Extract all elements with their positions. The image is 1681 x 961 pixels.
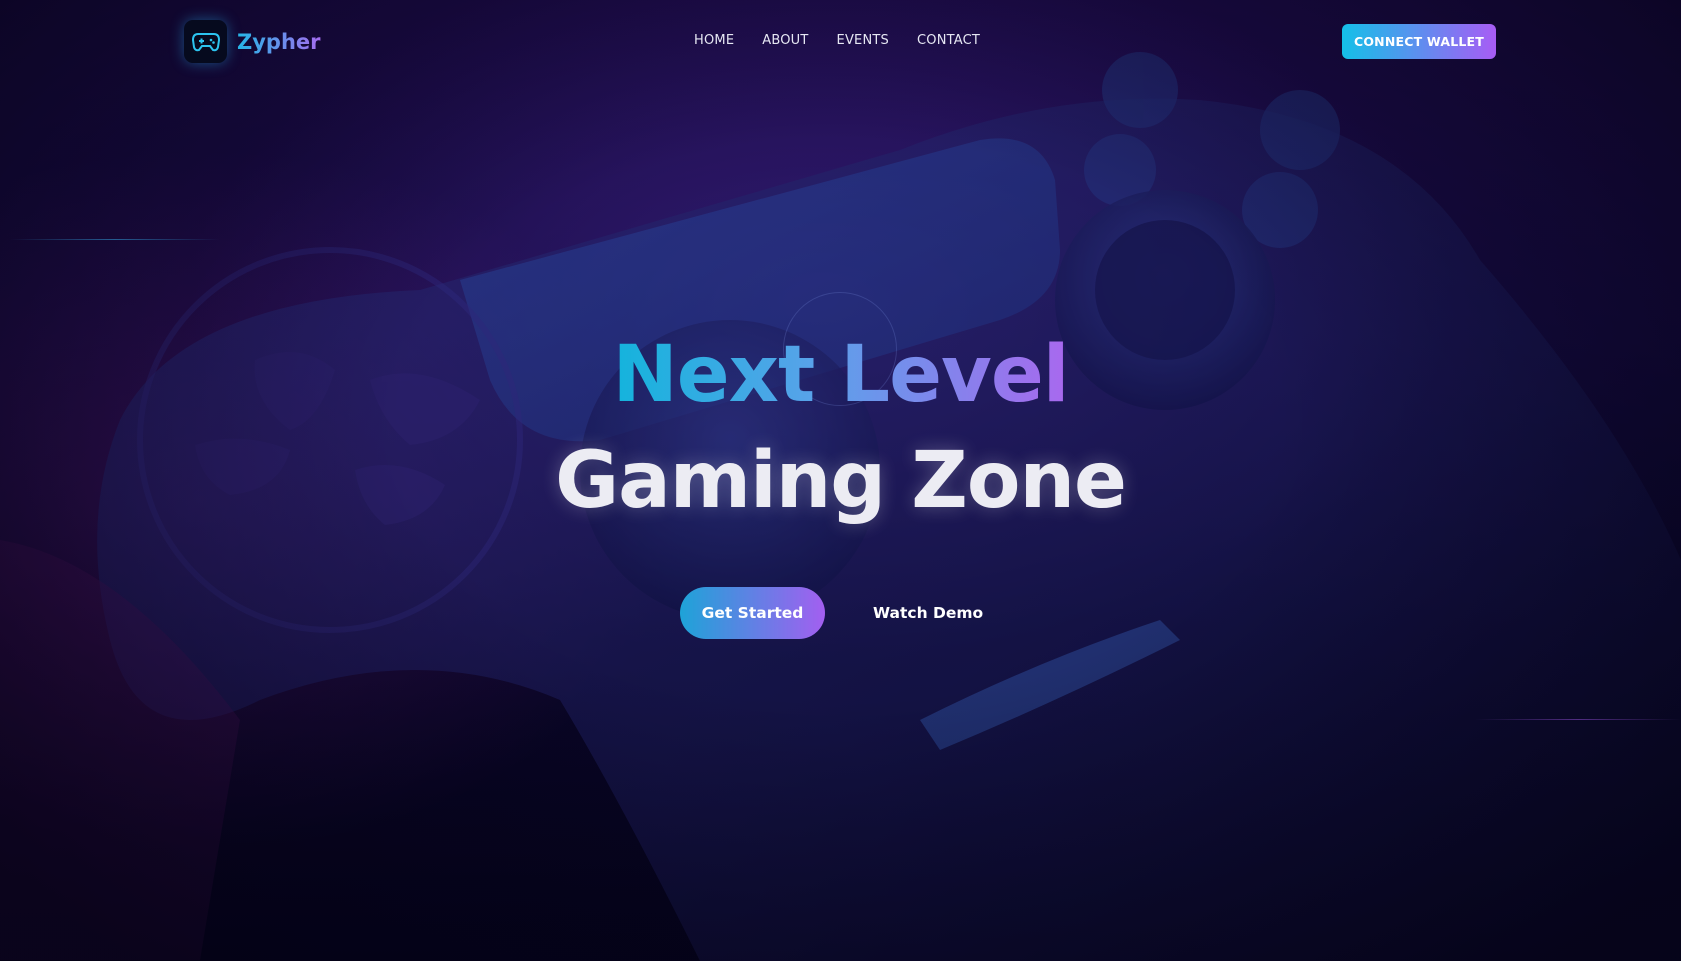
decorative-glow-line	[1475, 719, 1681, 720]
nav-link-home[interactable]: HOME	[694, 33, 734, 48]
gamepad-icon	[191, 32, 220, 51]
hero-title-line2: Gaming Zone	[555, 436, 1127, 526]
nav-links: HOME ABOUT EVENTS CONTACT	[694, 33, 1008, 48]
navbar: Zypher HOME ABOUT EVENTS CONTACT CONNECT…	[0, 0, 1681, 82]
get-started-button[interactable]: Get Started	[680, 587, 825, 639]
hero-title-line1: Next Level	[0, 330, 1681, 420]
nav-link-events[interactable]: EVENTS	[837, 33, 889, 48]
cta-row: Get Started Watch Demo	[680, 587, 983, 639]
decorative-glow-line	[10, 239, 220, 240]
hero-title-gradient-text: Next Level	[612, 330, 1069, 420]
connect-wallet-button[interactable]: CONNECT WALLET	[1342, 24, 1496, 59]
logo[interactable]	[184, 20, 227, 63]
nav-link-contact[interactable]: CONTACT	[917, 33, 980, 48]
watch-demo-button[interactable]: Watch Demo	[873, 604, 983, 622]
nav-link-about[interactable]: ABOUT	[762, 33, 808, 48]
hero-section: Zypher HOME ABOUT EVENTS CONTACT CONNECT…	[0, 0, 1681, 961]
brand-name[interactable]: Zypher	[237, 30, 321, 54]
brand[interactable]: Zypher	[184, 20, 321, 63]
